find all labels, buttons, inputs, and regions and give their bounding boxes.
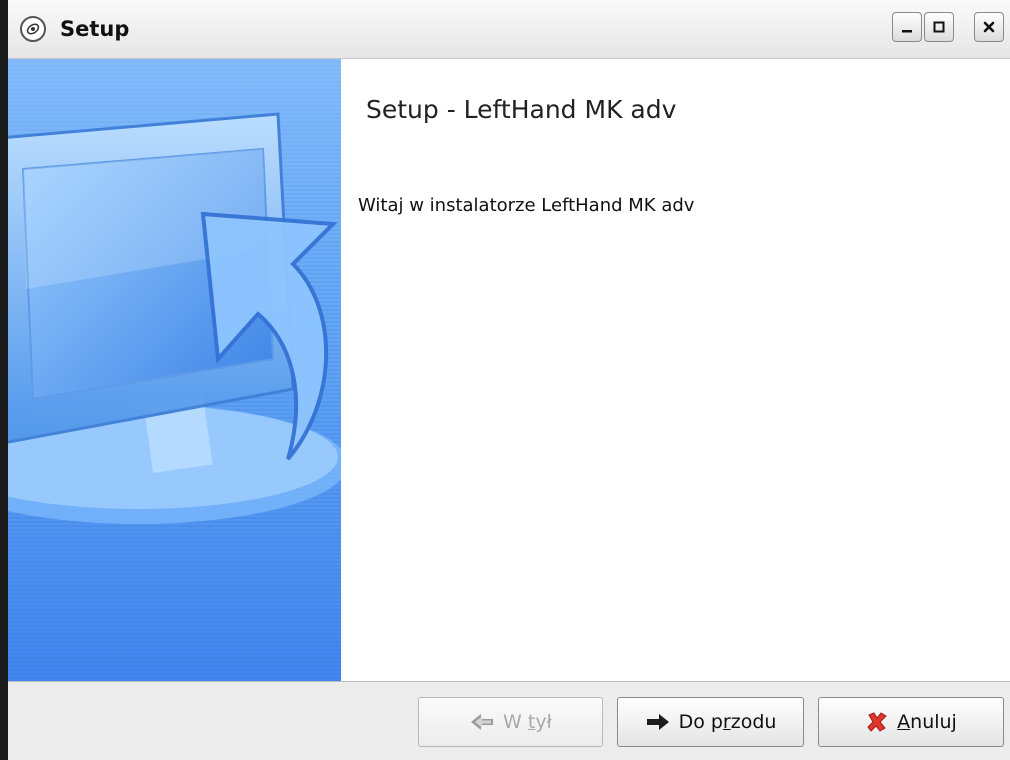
red-x-icon	[865, 710, 889, 734]
back-button[interactable]: W tył	[418, 697, 603, 747]
window-controls	[892, 12, 1004, 42]
page-heading: Setup - LeftHand MK adv	[366, 95, 677, 124]
button-bar: W tył Do przodu Anuluj	[8, 681, 1010, 760]
next-button[interactable]: Do przodu	[617, 697, 804, 747]
back-button-label: W tył	[503, 711, 552, 733]
wizard-content: Setup - LeftHand MK adv Witaj w instalat…	[341, 59, 1010, 681]
cancel-button-label: Anuluj	[897, 711, 957, 733]
arrow-left-icon	[469, 712, 495, 732]
window-title: Setup	[60, 17, 130, 41]
maximize-icon	[933, 21, 945, 33]
minimize-icon	[902, 30, 912, 33]
setup-window: Setup Setup - LeftHand MK adv Witaj w in…	[0, 0, 1010, 760]
close-button[interactable]	[974, 12, 1004, 42]
setup-app-icon[interactable]	[20, 16, 46, 42]
wizard-sidebar-image	[8, 59, 341, 681]
arrow-right-icon	[645, 712, 671, 732]
monitor-with-arrow-illustration	[8, 112, 341, 524]
cancel-button[interactable]: Anuluj	[818, 697, 1004, 747]
title-bar[interactable]: Setup	[8, 0, 1010, 59]
minimize-button[interactable]	[892, 12, 922, 42]
close-icon	[983, 21, 995, 33]
maximize-button[interactable]	[924, 12, 954, 42]
welcome-text: Witaj w instalatorze LeftHand MK adv	[358, 195, 695, 216]
next-button-label: Do przodu	[678, 711, 777, 733]
